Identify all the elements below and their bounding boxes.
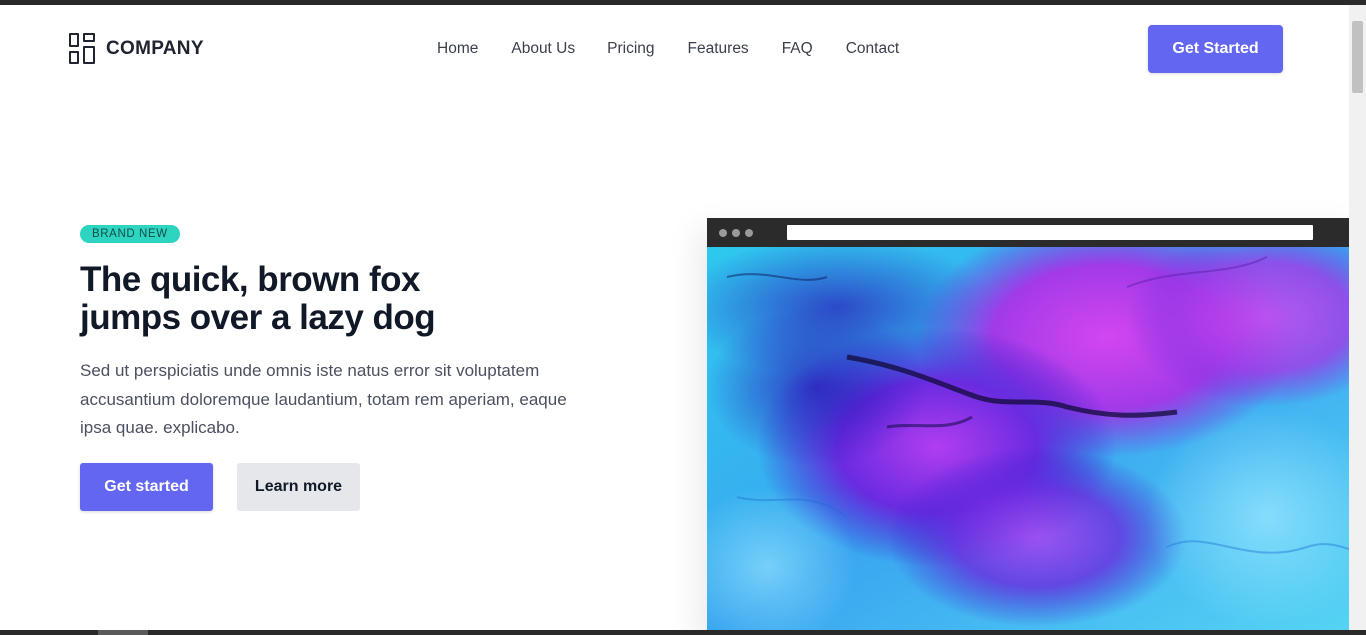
hero-title-line-1: The quick, brown fox xyxy=(80,260,421,299)
hero-title: The quick, brown fox jumps over a lazy d… xyxy=(80,261,500,337)
brand-new-badge: BRAND NEW xyxy=(80,225,180,243)
nav-home[interactable]: Home xyxy=(437,40,478,58)
hero-description: Sed ut perspiciatis unde omnis iste natu… xyxy=(80,361,567,437)
get-started-button[interactable]: Get started xyxy=(80,463,213,511)
scrollbar-thumb[interactable] xyxy=(1352,21,1363,93)
mockup-address-bar xyxy=(787,225,1313,240)
hero-title-line-2: jumps over a lazy dog xyxy=(80,298,436,337)
nav-pricing[interactable]: Pricing xyxy=(607,40,654,58)
nav-faq[interactable]: FAQ xyxy=(782,40,813,58)
horizontal-scroll-thumb[interactable] xyxy=(98,630,148,635)
grid-layout-icon xyxy=(69,33,97,65)
abstract-ink-image xyxy=(707,247,1349,630)
nav-about-us[interactable]: About Us xyxy=(511,40,575,58)
mockup-dot-icon xyxy=(732,229,740,237)
mockup-dot-icon xyxy=(719,229,727,237)
nav-features[interactable]: Features xyxy=(688,40,749,58)
learn-more-button[interactable]: Learn more xyxy=(237,463,360,511)
mockup-dot-icon xyxy=(745,229,753,237)
window-bottom-edge xyxy=(0,630,1366,635)
nav-contact[interactable]: Contact xyxy=(846,40,899,58)
vertical-scrollbar[interactable] xyxy=(1349,5,1366,630)
main-nav: Home About Us Pricing Features FAQ Conta… xyxy=(437,40,899,58)
page-viewport: COMPANY Home About Us Pricing Features F… xyxy=(0,5,1349,630)
brand-logo[interactable]: COMPANY xyxy=(69,33,204,65)
brand-name: COMPANY xyxy=(106,38,204,59)
header-get-started-button[interactable]: Get Started xyxy=(1148,25,1283,73)
browser-mockup xyxy=(707,218,1349,630)
mockup-titlebar xyxy=(707,218,1349,247)
